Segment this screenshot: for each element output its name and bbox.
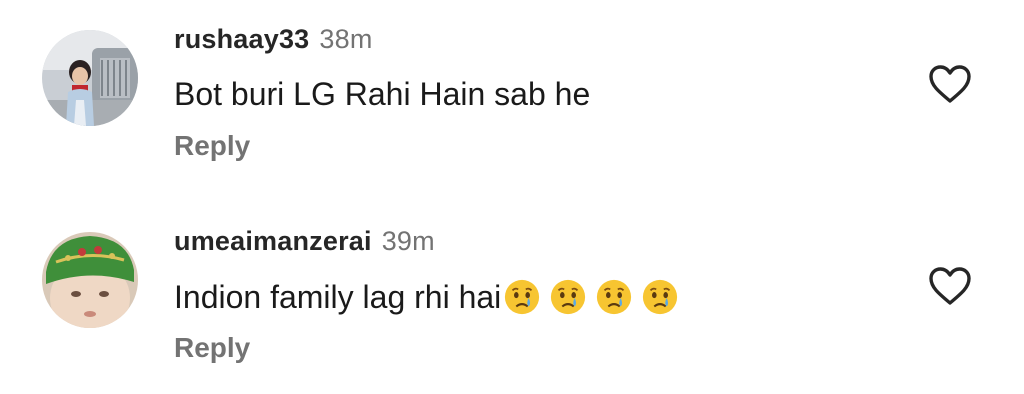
crying-face-icon: [551, 279, 586, 315]
avatar[interactable]: [42, 30, 138, 126]
crying-face-icon: [643, 279, 678, 315]
comment-item: umeaimanzerai 39m Indion family lag rhi h…: [0, 202, 1024, 392]
avatar[interactable]: [42, 232, 138, 328]
avatar-photo-icon: [42, 232, 138, 328]
comment-timestamp: 39m: [381, 226, 435, 256]
comment-text-content: Indion family lag rhi hai: [174, 278, 502, 315]
like-heart-icon[interactable]: [928, 64, 972, 104]
avatar-photo-icon: [42, 30, 138, 126]
comment-item: rushaay33 38m Bot buri LG Rahi Hain sab h…: [0, 0, 1024, 190]
reply-button[interactable]: Reply: [174, 130, 250, 162]
comment-text-content: Bot buri LG Rahi Hain sab he: [174, 76, 591, 112]
comment-username[interactable]: umeaimanzerai 39m: [174, 226, 435, 257]
crying-face-icon: [505, 279, 540, 315]
comment-username[interactable]: rushaay33 38m: [174, 24, 373, 55]
username-text[interactable]: umeaimanzerai: [174, 226, 372, 256]
comment-text: Indion family lag rhi hai: [174, 278, 679, 316]
reply-button[interactable]: Reply: [174, 332, 250, 364]
comment-text: Bot buri LG Rahi Hain sab he: [174, 76, 590, 113]
comment-timestamp: 38m: [319, 24, 373, 54]
username-text[interactable]: rushaay33: [174, 24, 309, 54]
like-heart-icon[interactable]: [928, 266, 972, 306]
crying-face-icon: [597, 279, 632, 315]
